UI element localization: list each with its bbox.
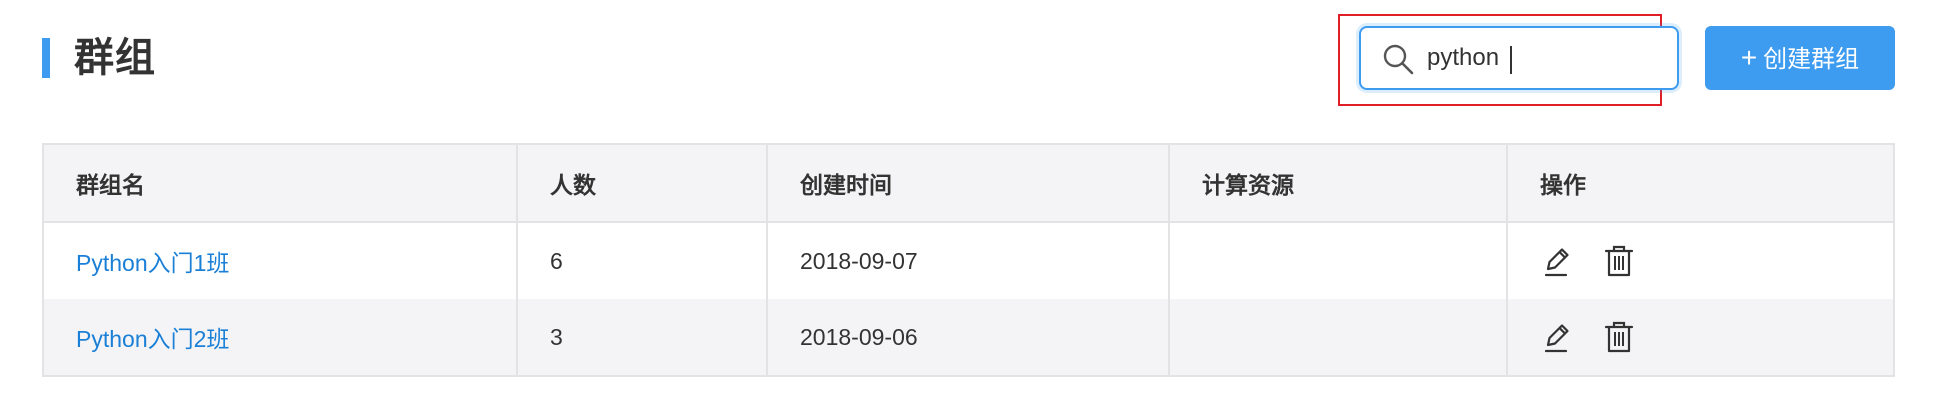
groups-page: 群组 +创建群组 群组名 人数 创建时间 计算资源 操作 Python入门1班 … (0, 0, 1938, 420)
page-title: 群组 (74, 36, 156, 80)
edit-icon[interactable] (1540, 319, 1574, 355)
group-created-date: 2018-09-07 (768, 223, 1170, 299)
group-count: 3 (518, 299, 768, 375)
search-input[interactable] (1427, 38, 1657, 78)
groups-table: 群组名 人数 创建时间 计算资源 操作 Python入门1班 6 2018-09… (42, 143, 1895, 377)
text-caret (1510, 46, 1512, 74)
column-header-name[interactable]: 群组名 (44, 145, 518, 221)
row-actions (1508, 223, 1893, 299)
row-actions (1508, 299, 1893, 375)
table-header-row: 群组名 人数 创建时间 计算资源 操作 (44, 145, 1893, 223)
group-resource (1170, 223, 1508, 299)
column-header-created[interactable]: 创建时间 (768, 145, 1170, 221)
group-name-link[interactable]: Python入门2班 (76, 320, 229, 354)
column-header-actions: 操作 (1540, 172, 1586, 198)
plus-icon: + (1740, 42, 1758, 73)
delete-icon[interactable] (1602, 243, 1636, 279)
create-group-button[interactable]: + 创建群组 (1705, 26, 1895, 90)
group-count: 6 (518, 223, 768, 299)
edit-icon[interactable] (1540, 243, 1574, 279)
group-name-link[interactable]: Python入门1班 (76, 244, 229, 278)
group-resource (1170, 299, 1508, 375)
table-row: Python入门1班 6 2018-09-07 (44, 223, 1893, 299)
group-created-date: 2018-09-06 (768, 299, 1170, 375)
column-header-resource[interactable]: 计算资源 (1170, 145, 1508, 221)
search-box[interactable] (1359, 26, 1679, 90)
search-icon (1383, 44, 1414, 75)
delete-icon[interactable] (1602, 319, 1636, 355)
column-header-count[interactable]: 人数 (518, 145, 768, 221)
title-accent-bar (42, 38, 50, 78)
table-row: Python入门2班 3 2018-09-06 (44, 299, 1893, 375)
create-group-label: 创建群组 (1763, 46, 1860, 73)
